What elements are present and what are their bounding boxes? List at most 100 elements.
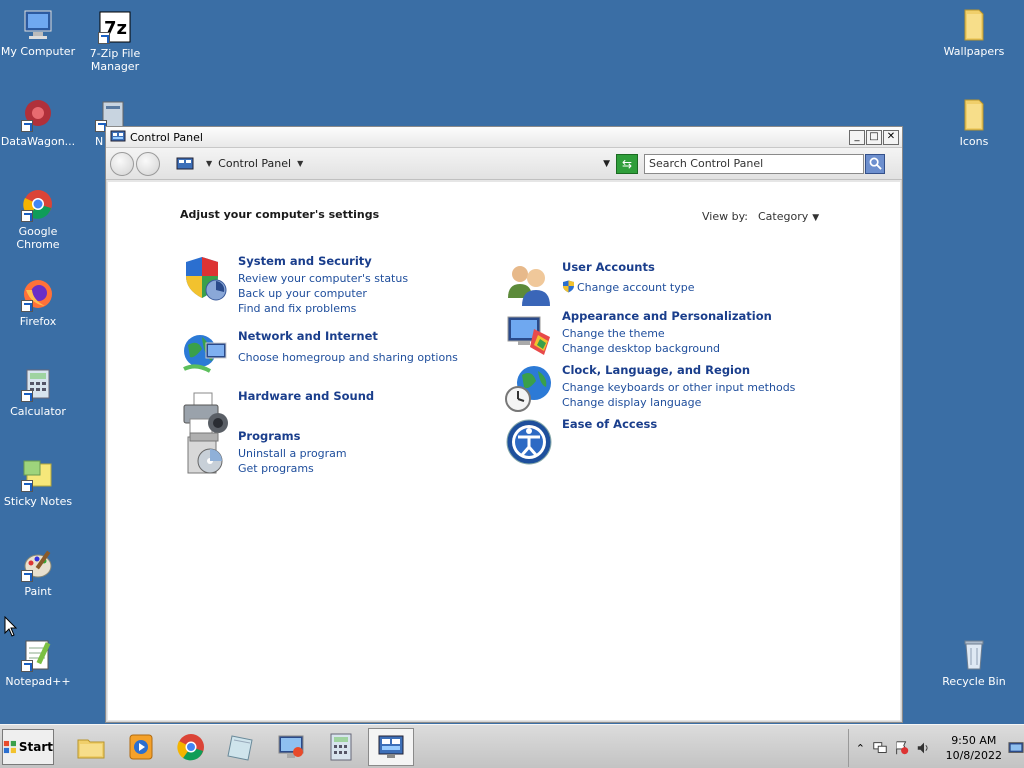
category-title[interactable]: Network and Internet bbox=[238, 329, 458, 343]
programs-icon[interactable] bbox=[180, 429, 230, 479]
link-find-fix[interactable]: Find and fix problems bbox=[238, 301, 408, 316]
taskbar-media-player[interactable] bbox=[118, 728, 164, 766]
action-center-icon[interactable] bbox=[894, 739, 910, 757]
link-homegroup[interactable]: Choose homegroup and sharing options bbox=[238, 350, 458, 365]
chrome-icon bbox=[177, 733, 204, 760]
link-change-display-language[interactable]: Change display language bbox=[562, 395, 795, 410]
chevron-down-icon: ▼ bbox=[812, 213, 820, 223]
desktop-icon-sticky-notes[interactable]: Sticky Notes bbox=[0, 458, 76, 508]
appearance-icon[interactable] bbox=[504, 309, 554, 359]
start-button[interactable]: Start bbox=[2, 728, 54, 765]
calculator-icon bbox=[21, 368, 55, 402]
category-system-security: System and Security Review your computer… bbox=[180, 254, 408, 316]
category-title[interactable]: User Accounts bbox=[562, 260, 695, 274]
desktop-icon-7zip[interactable]: 7z 7-Zip File Manager bbox=[77, 10, 153, 73]
category-title[interactable]: Appearance and Personalization bbox=[562, 309, 772, 323]
link-review-status[interactable]: Review your computer's status bbox=[238, 271, 408, 286]
sticky-notes-icon bbox=[227, 734, 253, 761]
datawagon-icon bbox=[21, 98, 55, 132]
category-programs: Programs Uninstall a program Get program… bbox=[180, 429, 347, 479]
navigation-toolbar: ▼ Control Panel ▼ ▼ ⇆ bbox=[106, 148, 902, 180]
control-panel-icon bbox=[110, 130, 126, 142]
start-label: Start bbox=[18, 739, 53, 754]
desktop-icon-paint[interactable]: Paint bbox=[0, 548, 76, 598]
breadcrumb-arrow-icon[interactable]: ▼ bbox=[206, 159, 212, 168]
back-button[interactable] bbox=[110, 151, 134, 176]
breadcrumb-control-panel[interactable]: Control Panel bbox=[218, 157, 291, 170]
taskbar-remote[interactable] bbox=[268, 728, 314, 766]
link-get-programs[interactable]: Get programs bbox=[238, 461, 347, 476]
close-button[interactable]: ✕ bbox=[883, 129, 899, 145]
desktop-icon-notepadpp[interactable]: Notepad++ bbox=[0, 638, 76, 688]
taskbar-control-panel[interactable] bbox=[368, 727, 414, 766]
clock-time: 9:50 AM bbox=[951, 734, 997, 747]
desktop-icon-recycle-bin[interactable]: Recycle Bin bbox=[936, 638, 1012, 688]
view-by-control: View by: Category ▼ bbox=[702, 210, 819, 223]
category-user-accounts: User Accounts Change account type bbox=[504, 260, 695, 310]
link-back-up[interactable]: Back up your computer bbox=[238, 286, 408, 301]
desktop-icon-label: Firefox bbox=[19, 315, 57, 328]
7zip-icon: 7z bbox=[98, 10, 132, 44]
taskbar-explorer[interactable] bbox=[68, 728, 114, 766]
desktop-icon-my-computer[interactable]: My Computer bbox=[0, 8, 76, 58]
maximize-button[interactable]: □ bbox=[866, 129, 882, 145]
taskbar-calculator[interactable] bbox=[318, 728, 364, 766]
calculator-icon bbox=[330, 733, 352, 760]
category-network-internet: Network and Internet Choose homegroup an… bbox=[180, 329, 458, 379]
desktop-icon-calculator[interactable]: Calculator bbox=[0, 368, 76, 418]
show-hidden-icons-icon[interactable]: ⌃ bbox=[855, 739, 866, 757]
window-title: Control Panel bbox=[130, 130, 203, 144]
folder-icon bbox=[77, 739, 105, 758]
clock-date: 10/8/2022 bbox=[945, 749, 1002, 762]
link-uninstall[interactable]: Uninstall a program bbox=[238, 446, 347, 461]
page-heading: Adjust your computer's settings bbox=[180, 208, 380, 221]
clock[interactable]: 9:50 AM 10/8/2022 bbox=[946, 733, 1002, 763]
desktop-icon-datawagon[interactable]: DataWagon... bbox=[0, 98, 76, 148]
desktop-icon-label: DataWagon... bbox=[0, 135, 76, 148]
forward-button[interactable] bbox=[136, 151, 160, 176]
address-dropdown-icon[interactable]: ▼ bbox=[603, 159, 610, 169]
category-clock-language: Clock, Language, and Region Change keybo… bbox=[504, 363, 795, 413]
desktop-icon-label: Recycle Bin bbox=[942, 675, 1006, 688]
volume-icon[interactable] bbox=[916, 739, 932, 757]
desktop-icon-wallpapers[interactable]: Wallpapers bbox=[936, 8, 1012, 58]
show-desktop-icon[interactable] bbox=[1008, 739, 1024, 757]
desktop-icon-label: N bbox=[95, 135, 104, 148]
ease-of-access-icon[interactable] bbox=[504, 417, 554, 467]
search-icon[interactable] bbox=[865, 153, 885, 174]
desktop-icon-chrome[interactable]: Google Chrome bbox=[0, 188, 76, 251]
category-title[interactable]: Programs bbox=[238, 429, 347, 443]
minimize-button[interactable]: _ bbox=[849, 129, 865, 145]
taskbar-notes[interactable] bbox=[218, 728, 264, 766]
chrome-icon bbox=[21, 188, 55, 222]
refresh-button[interactable]: ⇆ bbox=[616, 153, 638, 174]
network-icon[interactable] bbox=[872, 739, 888, 757]
desktop-icon-icons[interactable]: Icons bbox=[936, 98, 1012, 148]
breadcrumb-arrow-icon[interactable]: ▼ bbox=[297, 159, 303, 168]
link-change-background[interactable]: Change desktop background bbox=[562, 341, 772, 356]
view-by-dropdown[interactable]: Category ▼ bbox=[758, 210, 819, 223]
control-panel-icon bbox=[378, 735, 404, 758]
desktop-icon-label: Sticky Notes bbox=[3, 495, 73, 508]
network-globe-icon[interactable] bbox=[180, 329, 230, 379]
link-change-account-type[interactable]: Change account type bbox=[562, 280, 695, 295]
clock-globe-icon[interactable] bbox=[504, 363, 554, 413]
category-title[interactable]: Ease of Access bbox=[562, 417, 657, 431]
control-panel-content: Adjust your computer's settings View by:… bbox=[108, 182, 900, 720]
window-titlebar[interactable]: Control Panel _ □ ✕ bbox=[106, 127, 902, 148]
taskbar-chrome[interactable] bbox=[168, 728, 214, 766]
category-title[interactable]: System and Security bbox=[238, 254, 408, 268]
shield-icon[interactable] bbox=[180, 254, 230, 304]
category-title[interactable]: Clock, Language, and Region bbox=[562, 363, 795, 377]
address-bar[interactable]: ▼ Control Panel ▼ ▼ bbox=[176, 153, 610, 175]
category-title[interactable]: Hardware and Sound bbox=[238, 389, 374, 403]
link-change-keyboards[interactable]: Change keyboards or other input methods bbox=[562, 380, 795, 395]
desktop-icon-label: My Computer bbox=[0, 45, 76, 58]
firefox-icon bbox=[21, 278, 55, 312]
search-input[interactable] bbox=[644, 153, 864, 174]
taskbar: Start ⌃ 9:50 AM 10/8/2022 bbox=[0, 724, 1024, 768]
users-icon[interactable] bbox=[504, 260, 554, 310]
desktop-icon-firefox[interactable]: Firefox bbox=[0, 278, 76, 328]
control-panel-window: Control Panel _ □ ✕ ▼ Control Panel ▼ ▼ … bbox=[105, 126, 903, 723]
link-change-theme[interactable]: Change the theme bbox=[562, 326, 772, 341]
